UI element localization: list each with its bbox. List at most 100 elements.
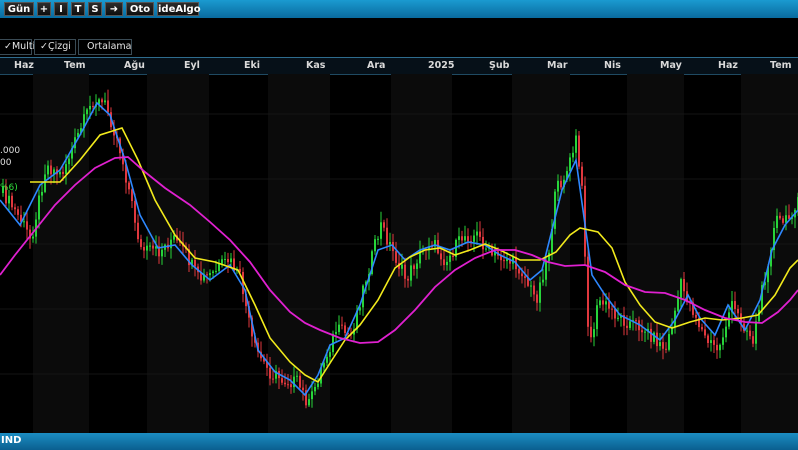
- value-label: .000: [0, 146, 21, 156]
- line-tab[interactable]: ✓Çizgi: [34, 39, 76, 55]
- candle-body: [599, 300, 601, 306]
- month-label: Mar: [547, 60, 568, 71]
- candle-body: [209, 273, 211, 276]
- candle-body: [593, 329, 595, 338]
- candle-body: [734, 301, 736, 309]
- s-button[interactable]: S: [88, 2, 102, 16]
- value-label: 00: [0, 158, 12, 168]
- candle-body: [521, 273, 523, 277]
- t-button[interactable]: T: [71, 2, 85, 16]
- candle-body: [290, 384, 292, 388]
- candle-body: [656, 332, 658, 347]
- candle-body: [44, 174, 46, 192]
- candle-body: [440, 253, 442, 260]
- candle-body: [452, 255, 454, 257]
- candle-body: [548, 252, 550, 262]
- candle-body: [785, 215, 787, 223]
- candle-body: [725, 326, 727, 338]
- price-chart[interactable]: [0, 74, 798, 433]
- candle-body: [641, 330, 643, 333]
- i-button[interactable]: I: [54, 2, 68, 16]
- candle-body: [446, 261, 448, 266]
- check-icon: ✓: [4, 41, 12, 52]
- arrow-icon[interactable]: ➜: [105, 2, 123, 16]
- candle-body: [533, 285, 535, 295]
- change-label: %6): [0, 183, 18, 193]
- candle-body: [329, 352, 331, 357]
- candle-body: [8, 195, 10, 204]
- candle-body: [41, 191, 43, 196]
- candle-body: [14, 207, 16, 210]
- candle-body: [326, 356, 328, 363]
- candle-body: [401, 264, 403, 269]
- candle-body: [134, 201, 136, 223]
- candle-body: [473, 235, 475, 242]
- candle-body: [230, 258, 232, 263]
- candle-body: [680, 279, 682, 298]
- multi-tab[interactable]: ✓Multi: [0, 39, 35, 55]
- symbol-label: IND: [1, 435, 22, 446]
- candle-body: [338, 324, 340, 332]
- month-label: 2025: [428, 60, 455, 71]
- candle-body: [380, 222, 382, 239]
- candle-body: [137, 222, 139, 240]
- average-tab[interactable]: Ortalama: [78, 39, 132, 55]
- month-label: Nis: [604, 60, 621, 71]
- candle-body: [464, 236, 466, 241]
- candle-body: [536, 294, 538, 303]
- candle-body: [32, 236, 34, 239]
- candle-body: [704, 329, 706, 336]
- candle-body: [101, 99, 103, 103]
- candle-body: [218, 263, 220, 271]
- add-button[interactable]: +: [37, 2, 51, 16]
- candle-body: [26, 221, 28, 230]
- candle-body: [317, 383, 319, 387]
- candle-body: [713, 340, 715, 345]
- candle-body: [746, 330, 748, 332]
- candle-body: [344, 325, 346, 333]
- candle-body: [68, 158, 70, 165]
- candle-body: [581, 166, 583, 186]
- candle-body: [173, 235, 175, 240]
- month-label: Ağu: [124, 60, 145, 71]
- candle-body: [395, 251, 397, 263]
- candle-body: [314, 386, 316, 392]
- candle-body: [776, 215, 778, 228]
- candle-body: [479, 231, 481, 237]
- candle-body: [701, 327, 703, 330]
- candle-body: [38, 195, 40, 220]
- candle-body: [596, 305, 598, 330]
- candle-body: [722, 337, 724, 345]
- candle-body: [386, 227, 388, 245]
- candle-body: [611, 308, 613, 310]
- candle-body: [467, 236, 469, 242]
- candle-body: [143, 246, 145, 251]
- candle-body: [341, 324, 343, 326]
- candle-body: [212, 271, 214, 274]
- candle-body: [518, 269, 520, 274]
- candle-body: [374, 239, 376, 252]
- candle-body: [224, 258, 226, 260]
- period-button[interactable]: Gün: [4, 2, 34, 16]
- idealgo-button[interactable]: ideAlgo: [157, 2, 201, 16]
- candle-body: [23, 221, 25, 223]
- month-label: Tem: [64, 60, 86, 71]
- candle-body: [206, 274, 208, 276]
- candle-body: [335, 331, 337, 334]
- candle-body: [47, 165, 49, 175]
- month-label: Haz: [14, 60, 34, 71]
- candle-body: [665, 348, 667, 350]
- line-tab-label: Çizgi: [47, 41, 71, 52]
- candle-body: [416, 263, 418, 269]
- auto-button[interactable]: Oto: [126, 2, 154, 16]
- candle-body: [719, 344, 721, 351]
- candle-body: [476, 231, 478, 236]
- candle-body: [11, 195, 13, 208]
- candle-body: [65, 164, 67, 174]
- candle-body: [161, 249, 163, 257]
- candle-body: [383, 222, 385, 228]
- candle-body: [617, 317, 619, 319]
- time-axis: Haz Tem Ağu Eyl Eki Kas Ara 2025 Şub Mar…: [0, 57, 798, 75]
- month-label: May: [660, 60, 682, 71]
- candle-body: [629, 321, 631, 328]
